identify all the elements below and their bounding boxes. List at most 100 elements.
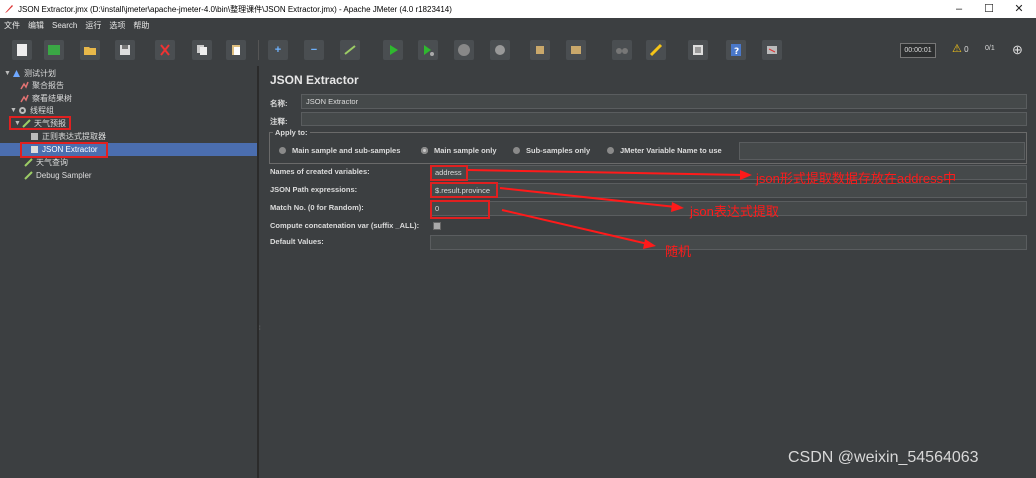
warning-indicator[interactable]: ⚠ 0	[952, 42, 969, 55]
name-field[interactable]: JSON Extractor	[301, 94, 1027, 109]
clear-button[interactable]	[530, 40, 550, 60]
name-label: 名称:	[270, 99, 288, 108]
tree-item-results-tree[interactable]: 察看结果树	[20, 92, 72, 104]
comment-field[interactable]	[301, 112, 1027, 126]
remote-button[interactable]	[762, 40, 782, 60]
jmeter-feather-icon	[5, 5, 13, 13]
new-button[interactable]	[12, 40, 32, 60]
listener-icon	[20, 81, 29, 89]
help-icon: ?	[731, 44, 741, 57]
close-button[interactable]: ✕	[1004, 0, 1034, 18]
default-values-label: Default Values:	[270, 237, 324, 246]
plus-icon: +	[274, 44, 282, 56]
broom-icon	[536, 46, 544, 54]
concat-label: Compute concatenation var (suffix _ALL):	[270, 221, 420, 230]
open-button[interactable]	[80, 40, 100, 60]
templates-icon	[48, 45, 60, 55]
jmeter-variable-field[interactable]	[739, 142, 1025, 160]
splitter-grip-icon: ⁞	[259, 326, 261, 332]
radio-dot-icon	[513, 147, 520, 154]
radio-main-and-sub[interactable]: Main sample and sub-samples	[279, 146, 400, 155]
cut-button[interactable]	[155, 40, 175, 60]
var-names-label: Names of created variables:	[270, 167, 370, 176]
concat-checkbox[interactable]	[433, 222, 441, 230]
toolbar: + − ? 00:00:01 ⚠ 0 0/1 ⊕	[0, 34, 1036, 67]
search-button[interactable]	[612, 40, 632, 60]
tree-item-regex-extractor[interactable]: 正则表达式提取器	[30, 130, 106, 142]
menu-options[interactable]: 选项	[109, 20, 125, 31]
expand-button[interactable]: +	[268, 40, 288, 60]
watermark: CSDN @weixin_54564063	[788, 449, 979, 466]
menu-edit[interactable]: 编辑	[28, 20, 44, 31]
new-file-icon	[17, 44, 27, 56]
tree-item-label: 线程组	[30, 105, 54, 115]
radio-jmeter-variable[interactable]: JMeter Variable Name to use	[607, 146, 722, 155]
tree-item-label: 察看结果树	[32, 93, 72, 103]
json-extractor-panel: JSON Extractor 名称: JSON Extractor 注释: Ap…	[263, 66, 1036, 478]
default-values-field[interactable]	[430, 235, 1027, 250]
annotation-box-sampler	[9, 116, 71, 130]
tree-item-label: Debug Sampler	[36, 170, 92, 180]
radio-label: JMeter Variable Name to use	[620, 146, 722, 155]
stop-button[interactable]	[454, 40, 474, 60]
clear-all-button[interactable]	[566, 40, 586, 60]
page-title: JSON Extractor	[270, 73, 359, 87]
reset-search-button[interactable]	[646, 40, 666, 60]
shutdown-icon	[495, 45, 505, 55]
copy-icon	[197, 45, 207, 55]
cut-icon	[160, 44, 170, 56]
save-icon	[120, 45, 130, 55]
paste-icon	[232, 45, 240, 55]
warning-count: 0	[964, 45, 969, 54]
toggle-icon	[344, 45, 356, 55]
menu-help[interactable]: 帮助	[133, 20, 149, 31]
extractor-icon	[31, 132, 38, 140]
apply-to-legend: Apply to:	[273, 128, 310, 137]
maximize-button[interactable]: ☐	[974, 0, 1004, 18]
radio-sub-only[interactable]: Sub-samples only	[513, 146, 590, 155]
menu-bar: 文件 编辑 Search 运行 选项 帮助	[0, 18, 1036, 33]
annotation-box-match-no	[430, 200, 490, 219]
copy-button[interactable]	[192, 40, 212, 60]
comment-label: 注释:	[270, 117, 288, 126]
elapsed-timer: 00:00:01	[900, 43, 936, 58]
tree-item-test-plan[interactable]: ▼ 测试计划	[4, 67, 56, 79]
radio-label: Main sample only	[434, 146, 497, 155]
templates-button[interactable]	[44, 40, 64, 60]
menu-file[interactable]: 文件	[4, 20, 20, 31]
function-helper-button[interactable]	[688, 40, 708, 60]
toggle-button[interactable]	[340, 40, 360, 60]
annotation-box-var-names	[430, 165, 468, 181]
help-button[interactable]: ?	[726, 40, 746, 60]
collapse-button[interactable]: −	[304, 40, 324, 60]
expand-toggle-icon[interactable]: ▼	[10, 107, 18, 114]
paste-button[interactable]	[226, 40, 246, 60]
open-folder-icon	[84, 47, 96, 55]
remote-icon	[767, 46, 777, 54]
save-button[interactable]	[115, 40, 135, 60]
annotation-text-2: json表达式提取	[690, 204, 779, 219]
radio-main-only[interactable]: Main sample only	[421, 146, 497, 155]
window-title: JSON Extractor.jmx (D:\install\jmeter\ap…	[18, 4, 452, 14]
tree-item-debug-sampler[interactable]: Debug Sampler	[24, 169, 92, 181]
stop-icon	[458, 44, 470, 56]
sampler-icon	[24, 157, 33, 167]
radio-label: Sub-samples only	[526, 146, 591, 155]
play-icon	[390, 45, 398, 55]
active-threads: 0/1	[985, 45, 995, 52]
reset-search-icon	[649, 43, 663, 57]
toolbar-separator	[258, 40, 259, 60]
binoculars-icon	[616, 48, 628, 54]
start-no-pause-button[interactable]	[418, 40, 438, 60]
tree-item-label: 正则表达式提取器	[42, 131, 106, 141]
function-list-icon	[693, 45, 703, 55]
start-button[interactable]	[383, 40, 403, 60]
shutdown-button[interactable]	[490, 40, 510, 60]
tree-item-thread-group[interactable]: ▼ 线程组	[10, 104, 54, 116]
remote-globe-icon[interactable]: ⊕	[1012, 42, 1023, 58]
minimize-button[interactable]: –	[944, 0, 974, 18]
menu-search[interactable]: Search	[52, 21, 77, 30]
expand-toggle-icon[interactable]: ▼	[4, 70, 12, 77]
tree-item-aggregate-report[interactable]: 聚合报告	[20, 79, 64, 91]
menu-run[interactable]: 运行	[85, 20, 101, 31]
